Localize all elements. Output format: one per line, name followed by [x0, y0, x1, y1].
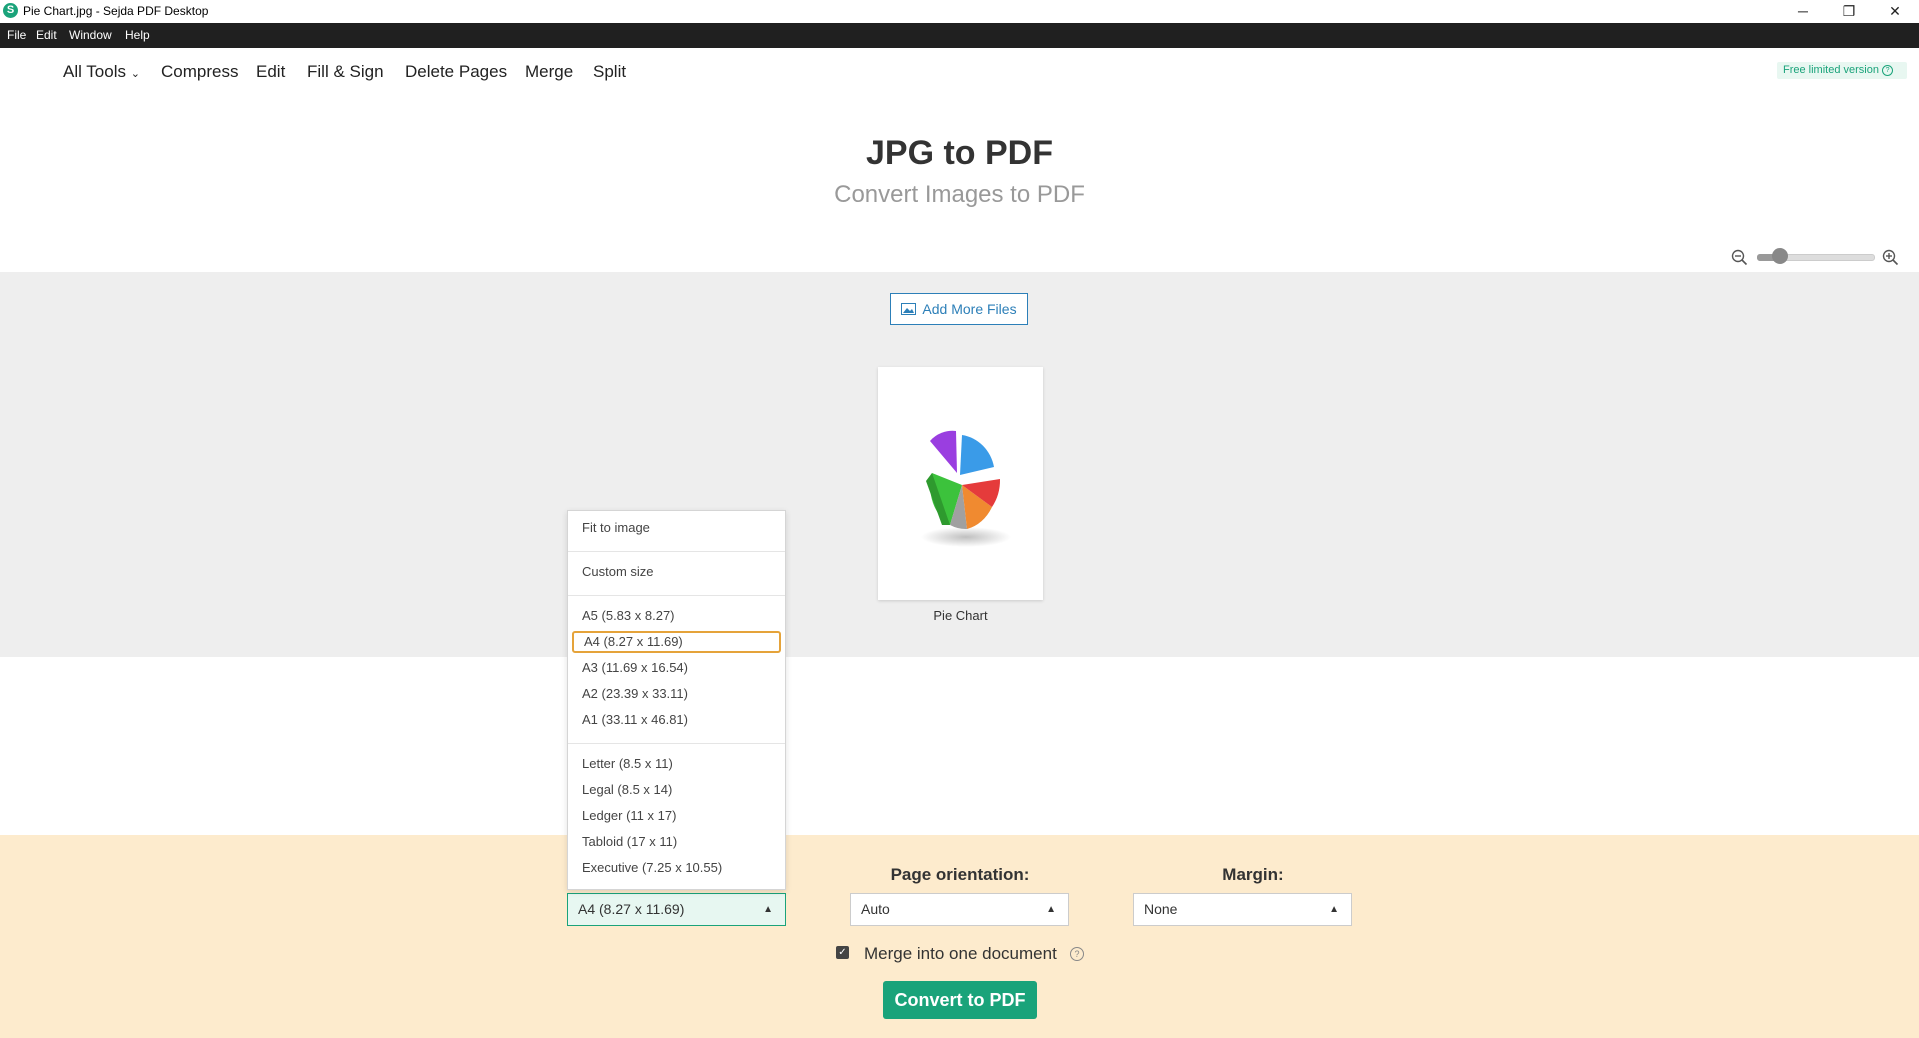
add-more-files-button[interactable]: Add More Files	[890, 293, 1028, 325]
nav-compress[interactable]: Compress	[161, 62, 238, 82]
caret-up-icon: ▲	[763, 904, 773, 915]
dropdown-item[interactable]: A2 (23.39 x 33.11)	[572, 683, 781, 705]
orientation-label: Page orientation:	[890, 865, 1030, 884]
convert-button[interactable]: Convert to PDF	[883, 981, 1037, 1019]
dropdown-item[interactable]: Legal (8.5 x 14)	[572, 779, 781, 801]
dropdown-item[interactable]: A5 (5.83 x 8.27)	[572, 605, 781, 627]
menu-window[interactable]: Window	[69, 28, 112, 42]
page-size-value: A4 (8.27 x 11.69)	[578, 901, 685, 917]
zoom-slider-thumb[interactable]	[1772, 248, 1789, 264]
page-subtitle: Convert Images to PDF	[834, 181, 1085, 208]
margin-label: Margin:	[1222, 865, 1284, 884]
pie-chart-image	[921, 430, 1011, 547]
minimize-icon[interactable]: ─	[1780, 0, 1826, 23]
dropdown-item[interactable]: A4 (8.27 x 11.69)	[572, 631, 781, 653]
orientation-select[interactable]: Auto ▲	[850, 893, 1069, 926]
merge-checkbox[interactable]: ✓	[836, 946, 849, 959]
chevron-down-icon: ⌄	[130, 68, 140, 80]
sejda-logo-icon: S	[3, 3, 18, 18]
dropdown-item[interactable]: Tabloid (17 x 11)	[572, 831, 781, 853]
file-thumbnail-label: Pie Chart	[933, 608, 988, 623]
page-size-dropdown: Fit to image Custom size A5 (5.83 x 8.27) A…	[567, 510, 786, 890]
dropdown-separator	[568, 743, 785, 744]
menu-bar	[0, 23, 1919, 48]
nav-merge[interactable]: Merge	[525, 62, 573, 82]
file-thumbnail[interactable]	[878, 367, 1043, 600]
dropdown-item[interactable]: A1 (33.11 x 46.81)	[572, 709, 781, 731]
zoom-out-icon[interactable]	[1731, 249, 1748, 266]
title-bar	[0, 0, 1919, 23]
dropdown-item[interactable]: A3 (11.69 x 16.54)	[572, 657, 781, 679]
restore-icon[interactable]: ❐	[1826, 0, 1872, 23]
nav-split[interactable]: Split	[593, 62, 626, 82]
nav-edit[interactable]: Edit	[256, 62, 285, 82]
dropdown-item[interactable]: Custom size	[572, 561, 781, 583]
free-version-label: Free limited version	[1783, 64, 1879, 76]
orientation-value: Auto	[861, 901, 890, 917]
menu-help[interactable]: Help	[125, 28, 150, 42]
caret-up-icon: ▲	[1046, 904, 1056, 915]
menu-edit[interactable]: Edit	[36, 28, 57, 42]
margin-select[interactable]: None ▲	[1133, 893, 1352, 926]
zoom-in-icon[interactable]	[1882, 249, 1899, 266]
nav-fill-sign[interactable]: Fill & Sign	[307, 62, 384, 82]
merge-label[interactable]: Merge into one document	[864, 944, 1057, 964]
help-circle-icon: ?	[1882, 64, 1894, 76]
dropdown-item[interactable]: Ledger (11 x 17)	[572, 805, 781, 827]
page-size-select[interactable]: A4 (8.27 x 11.69) ▲	[567, 893, 786, 926]
caret-up-icon: ▲	[1329, 904, 1339, 915]
page-title: JPG to PDF	[865, 134, 1054, 172]
dropdown-item[interactable]: Executive (7.25 x 10.55)	[572, 857, 781, 879]
dropdown-item[interactable]: Letter (8.5 x 11)	[572, 753, 781, 775]
menu-file[interactable]: File	[7, 28, 26, 42]
window-title: Pie Chart.jpg - Sejda PDF Desktop	[23, 4, 209, 18]
add-more-files-label: Add More Files	[922, 301, 1017, 317]
close-icon[interactable]: ✕	[1872, 0, 1918, 23]
dropdown-item[interactable]: Fit to image	[572, 517, 781, 539]
nav-delete-pages[interactable]: Delete Pages	[405, 62, 507, 82]
image-icon	[901, 303, 917, 315]
dropdown-separator	[568, 551, 785, 552]
help-circle-icon[interactable]: ?	[1070, 947, 1084, 961]
free-version-badge[interactable]: Free limited version ?	[1777, 62, 1907, 79]
dropdown-separator	[568, 595, 785, 596]
margin-value: None	[1144, 901, 1178, 917]
nav-all-tools[interactable]: All Tools ⌄	[63, 62, 140, 82]
nav-all-tools-label: All Tools	[63, 62, 126, 81]
